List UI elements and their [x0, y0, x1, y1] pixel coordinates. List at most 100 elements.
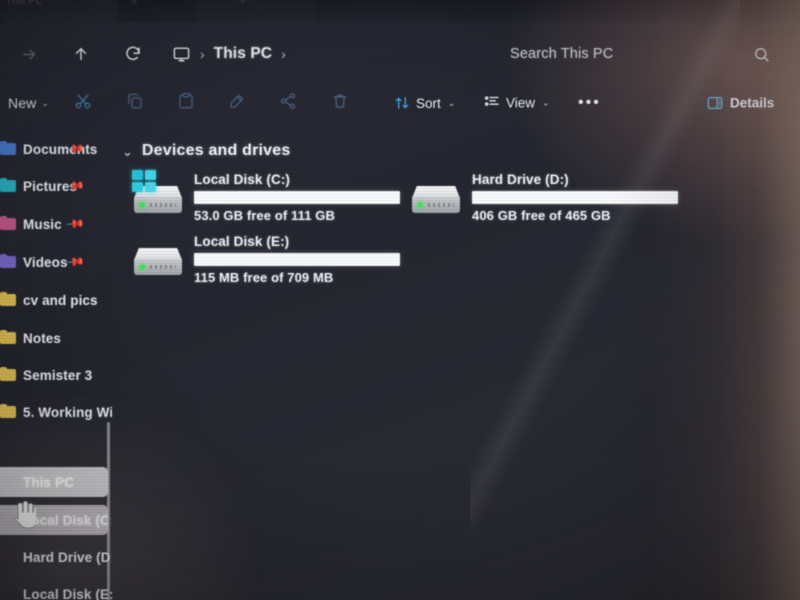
- sidebar-item-label: Hard Drive (D:): [23, 549, 112, 565]
- drive-name: Local Disk (E:): [194, 234, 290, 249]
- monitor-icon[interactable]: [172, 45, 191, 64]
- delete-button[interactable]: [327, 90, 353, 116]
- file-explorer-window: This PC ✕ + › This PC › Search This PC N…: [0, 0, 800, 600]
- search-icon[interactable]: [753, 46, 770, 63]
- more-options-button[interactable]: •••: [572, 90, 607, 116]
- share-icon: [279, 92, 297, 115]
- content-pane: ⌄ Devices and drives Local Disk (C:) 53.…: [112, 124, 800, 600]
- pin-icon[interactable]: 📌: [65, 214, 85, 234]
- drive-icon: [0, 586, 16, 600]
- sidebar-item-working-with[interactable]: 5. Working With: [0, 397, 112, 427]
- sidebar-item-cv-and-pics[interactable]: cv and pics: [0, 285, 108, 315]
- folder-icon: [0, 329, 16, 346]
- breadcrumb-item-this-pc[interactable]: This PC: [214, 45, 272, 63]
- sidebar-item-documents[interactable]: Documents 📌: [0, 134, 108, 164]
- drive-item-local-disk-e[interactable]: Local Disk (E:) 115 MB free of 709 MB: [132, 232, 400, 285]
- drive-capacity-text: 406 GB free of 465 GB: [472, 208, 611, 223]
- paste-button[interactable]: [173, 90, 199, 116]
- up-button[interactable]: [66, 39, 96, 69]
- command-bar: New ⌄ Sort ⌄ View ⌄ ••• Details: [0, 82, 800, 124]
- chevron-down-icon: ⌄: [542, 97, 550, 108]
- folder-documents-icon: [0, 140, 16, 157]
- breadcrumb: › This PC ›: [172, 39, 286, 69]
- chevron-down-icon[interactable]: ⌄: [122, 145, 133, 158]
- tab-close-icon[interactable]: ✕: [130, 0, 138, 8]
- drive-capacity-bar: [194, 253, 400, 266]
- windows-logo-icon: [132, 170, 156, 192]
- sidebar-item-hard-drive-d[interactable]: Hard Drive (D:): [0, 542, 112, 572]
- folder-pictures-icon: [0, 177, 16, 194]
- sort-icon: [394, 95, 410, 111]
- details-pane-icon: [706, 95, 724, 112]
- pin-icon[interactable]: 📌: [65, 252, 85, 272]
- drive-icon: [410, 170, 462, 216]
- monitor-icon: [0, 474, 16, 490]
- sidebar-item-label: Documents: [23, 141, 98, 157]
- navigation-pane: Documents 📌 Pictures 📌 Music 📌 Videos 📌 …: [0, 124, 112, 600]
- folder-music-icon: [0, 215, 16, 232]
- forward-button[interactable]: [14, 39, 44, 69]
- drive-capacity-text: 53.0 GB free of 111 GB: [194, 208, 335, 223]
- search-input-placeholder[interactable]: Search This PC: [510, 46, 613, 62]
- chevron-down-icon: ⌄: [447, 97, 456, 108]
- drive-windows-icon: [132, 170, 184, 216]
- drive-icon: [0, 512, 16, 528]
- navigation-bar: › This PC › Search This PC: [0, 22, 800, 74]
- sidebar-item-local-disk-e[interactable]: Local Disk (E:): [0, 579, 112, 600]
- breadcrumb-separator-2[interactable]: ›: [281, 47, 286, 61]
- folder-icon: [0, 366, 16, 383]
- sidebar-item-label: 5. Working With: [23, 404, 112, 420]
- sidebar-item-pictures[interactable]: Pictures 📌: [0, 171, 108, 201]
- sidebar-item-videos[interactable]: Videos 📌: [0, 247, 108, 277]
- tab-label: This PC: [6, 0, 43, 7]
- new-button-label: New: [8, 95, 37, 111]
- new-tab-icon[interactable]: +: [240, 0, 246, 8]
- folder-icon: [0, 291, 16, 308]
- sidebar-item-label: Semister 3: [23, 367, 93, 383]
- sidebar-item-this-pc[interactable]: This PC: [0, 467, 108, 497]
- share-button[interactable]: [275, 90, 301, 116]
- details-pane-button[interactable]: Details: [700, 91, 780, 116]
- details-pane-label: Details: [730, 95, 775, 111]
- cut-icon: [74, 92, 92, 115]
- tab-strip: This PC ✕ +: [0, 0, 800, 22]
- sidebar-item-local-disk-c[interactable]: Local Disk (C:): [0, 505, 112, 535]
- drive-item-local-disk-c[interactable]: Local Disk (C:) 53.0 GB free of 111 GB: [132, 170, 400, 223]
- rename-button[interactable]: [224, 90, 250, 116]
- tab-this-pc[interactable]: This PC: [0, 0, 118, 22]
- copy-icon: [126, 92, 144, 115]
- search-box[interactable]: Search This PC: [470, 39, 788, 69]
- sidebar-item-semister-3[interactable]: Semister 3: [0, 360, 108, 390]
- drive-icon: [132, 232, 184, 278]
- sort-button[interactable]: Sort ⌄: [388, 91, 461, 115]
- arrow-right-icon: [21, 46, 38, 63]
- rename-icon: [228, 92, 246, 115]
- cut-button[interactable]: [70, 90, 96, 116]
- refresh-button[interactable]: [118, 39, 148, 69]
- drive-name: Local Disk (C:): [194, 172, 291, 187]
- drive-capacity-bar: [472, 191, 678, 204]
- breadcrumb-separator-1[interactable]: ›: [200, 47, 205, 61]
- new-button[interactable]: New ⌄: [0, 91, 57, 115]
- sidebar-item-label: Local Disk (C:): [23, 512, 112, 528]
- sidebar-scrollbar[interactable]: [107, 422, 110, 600]
- refresh-icon: [124, 45, 142, 63]
- group-header-devices-and-drives[interactable]: ⌄ Devices and drives: [122, 142, 290, 160]
- sidebar-item-label: Notes: [23, 330, 62, 346]
- copy-button[interactable]: [122, 90, 148, 116]
- sidebar-item-notes[interactable]: Notes: [0, 323, 108, 353]
- group-title: Devices and drives: [141, 142, 291, 159]
- drive-item-hard-drive-d[interactable]: Hard Drive (D:) 406 GB free of 465 GB: [410, 170, 678, 223]
- sidebar-item-label: cv and pics: [23, 292, 98, 308]
- folder-icon: [0, 403, 16, 420]
- sort-button-label: Sort: [416, 95, 441, 111]
- tab-secondary[interactable]: [196, 0, 316, 22]
- view-icon: [484, 94, 500, 113]
- folder-videos-icon: [0, 253, 16, 270]
- sidebar-item-music[interactable]: Music 📌: [0, 209, 108, 239]
- view-button[interactable]: View ⌄: [478, 90, 556, 117]
- drive-icon: [0, 549, 16, 565]
- chevron-down-icon: ⌄: [41, 97, 49, 108]
- delete-icon: [331, 92, 349, 115]
- arrow-up-icon: [72, 45, 90, 63]
